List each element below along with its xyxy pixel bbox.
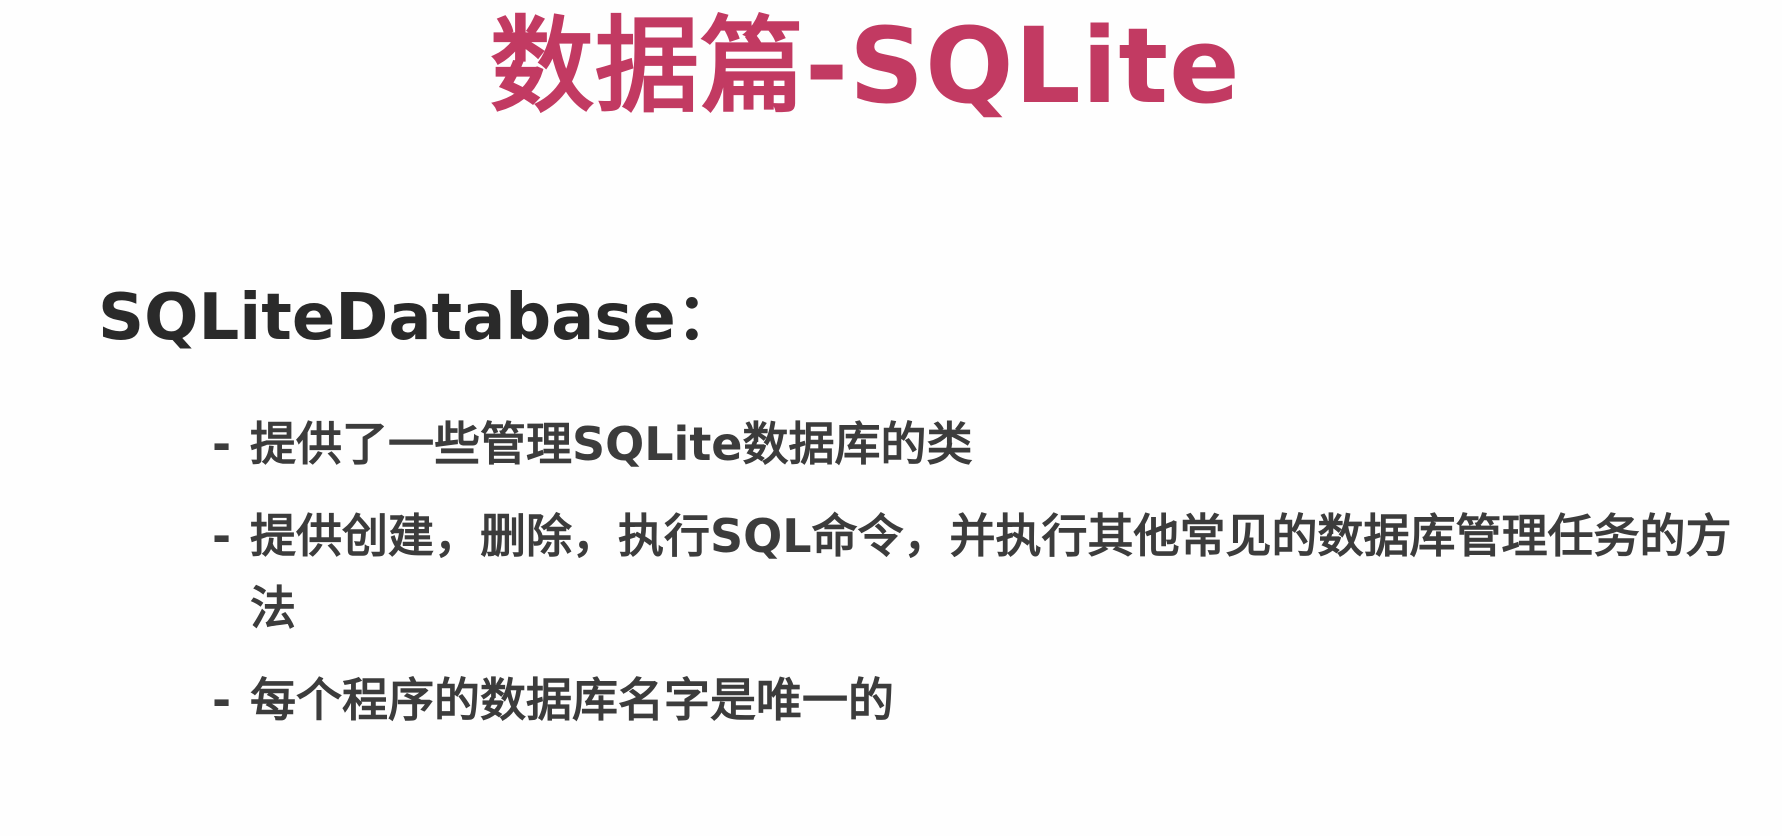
bullet-dash: - [212,509,232,563]
bullet-item-1: - 提供了一些管理SQLite数据库的类 [212,408,1752,480]
bullet-dash: - [212,417,232,471]
bullet-item-2: - 提供创建，删除，执行SQL命令，并执行其他常见的数据库管理任务的方法 [212,500,1752,644]
slide: 数据篇-SQLite SQLiteDatabase： - 提供了一些管理SQLi… [0,0,1782,836]
bullet-text: 提供创建，删除，执行SQL命令，并执行其他常见的数据库管理任务的方法 [250,509,1732,635]
bullet-text: 每个程序的数据库名字是唯一的 [250,673,894,727]
bullet-list: - 提供了一些管理SQLite数据库的类 - 提供创建，删除，执行SQL命令，并… [212,408,1752,756]
section-heading: SQLiteDatabase： [98,281,740,355]
bullet-dash: - [212,673,232,727]
bullet-item-3: - 每个程序的数据库名字是唯一的 [212,664,1752,736]
bullet-text: 提供了一些管理SQLite数据库的类 [250,417,973,471]
slide-title: 数据篇-SQLite [490,5,1241,127]
